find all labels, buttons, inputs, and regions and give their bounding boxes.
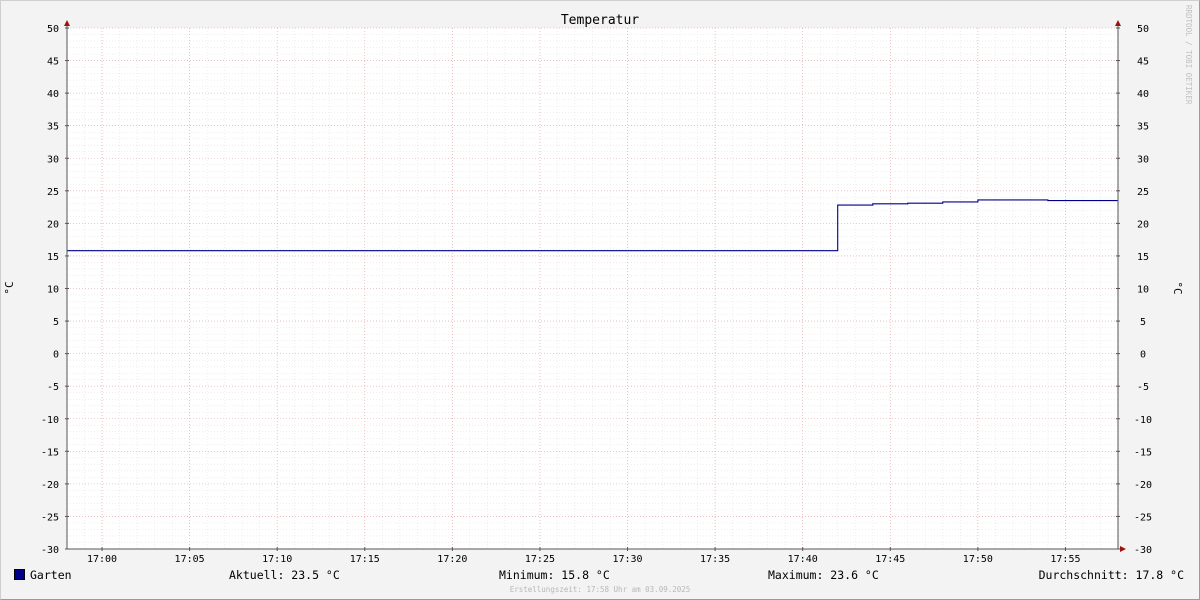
y-tick-label-left: -15 (41, 447, 59, 458)
x-tick-label: 17:15 (350, 554, 380, 565)
x-tick-label: 17:20 (437, 554, 467, 565)
x-tick-label: 17:05 (175, 554, 205, 565)
legend-aktuell: Aktuell: 23.5 °C (229, 568, 340, 582)
temperature-chart: 50 5045 4540 4035 3530 3025 2520 2015 1510 105 50 0… (3, 5, 1193, 565)
y-tick-label-left: -30 (41, 545, 59, 556)
y-tick-label-left: 5 (53, 317, 59, 328)
y-tick-label-left: -20 (41, 480, 59, 491)
y-tick-label-left: -25 (41, 512, 59, 523)
y-axis-label-right: °C (1171, 281, 1184, 294)
y-tick-label-right: 15 (1137, 252, 1149, 263)
creation-time-note: Erstellungszeit: 17:58 Uhr am 03.09.2025 (509, 585, 691, 594)
y-tick-label-right: 45 (1137, 57, 1149, 68)
x-tick-label: 17:40 (788, 554, 818, 565)
y-tick-label-left: 0 (53, 350, 59, 361)
y-tick-label-right: 5 (1140, 317, 1146, 328)
y-axis-arrow-left (64, 20, 70, 26)
x-tick-label: 17:10 (262, 554, 292, 565)
legend-series-name: Garten (30, 568, 72, 582)
y-tick-label-left: 25 (47, 187, 59, 198)
y-tick-label-right: 50 (1137, 24, 1149, 35)
y-tick-label-right: -25 (1134, 512, 1152, 523)
y-tick-label-left: 15 (47, 252, 59, 263)
x-tick-label: 17:25 (525, 554, 555, 565)
x-axis-arrow (1120, 546, 1126, 552)
y-tick-label-right: 0 (1140, 350, 1146, 361)
rrdtool-watermark: RRDTOOL / TOBI OETIKER (1184, 5, 1193, 105)
x-tick-label: 17:55 (1050, 554, 1080, 565)
y-tick-label-right: 40 (1137, 89, 1149, 100)
y-tick-label-right: 25 (1137, 187, 1149, 198)
y-tick-label-right: -5 (1137, 382, 1149, 393)
y-tick-label-left: -5 (47, 382, 59, 393)
y-tick-label-right: -20 (1134, 480, 1152, 491)
y-tick-label-right: -10 (1134, 415, 1152, 426)
legend-minimum: Minimum: 15.8 °C (499, 568, 610, 582)
y-tick-label-left: 30 (47, 154, 59, 165)
legend: Garten Aktuell: 23.5 °C Minimum: 15.8 °C… (0, 568, 1200, 584)
y-tick-label-right: 35 (1137, 122, 1149, 133)
x-tick-label: 17:30 (612, 554, 642, 565)
y-tick-label-right: 10 (1137, 285, 1149, 296)
y-tick-label-right: -15 (1134, 447, 1152, 458)
x-tick-label: 17:00 (87, 554, 117, 565)
y-tick-label-right: 20 (1137, 219, 1149, 230)
chart-title: Temperatur (561, 13, 639, 28)
y-tick-label-right: -30 (1134, 545, 1152, 556)
x-tick-label: 17:45 (875, 554, 905, 565)
y-axis-arrow-right (1115, 20, 1121, 26)
y-tick-label-left: 10 (47, 285, 59, 296)
legend-maximum: Maximum: 23.6 °C (768, 568, 879, 582)
y-tick-label-left: 45 (47, 57, 59, 68)
y-tick-label-left: -10 (41, 415, 59, 426)
y-tick-label-left: 40 (47, 89, 59, 100)
x-tick-label: 17:50 (963, 554, 993, 565)
x-tick-label: 17:35 (700, 554, 730, 565)
legend-durchschnitt: Durchschnitt: 17.8 °C (1038, 568, 1184, 582)
y-tick-label-right: 30 (1137, 154, 1149, 165)
legend-swatch-garten (14, 569, 25, 580)
y-tick-label-left: 50 (47, 24, 59, 35)
y-tick-label-left: 35 (47, 122, 59, 133)
y-axis-label-left: °C (3, 281, 16, 294)
y-tick-label-left: 20 (47, 219, 59, 230)
